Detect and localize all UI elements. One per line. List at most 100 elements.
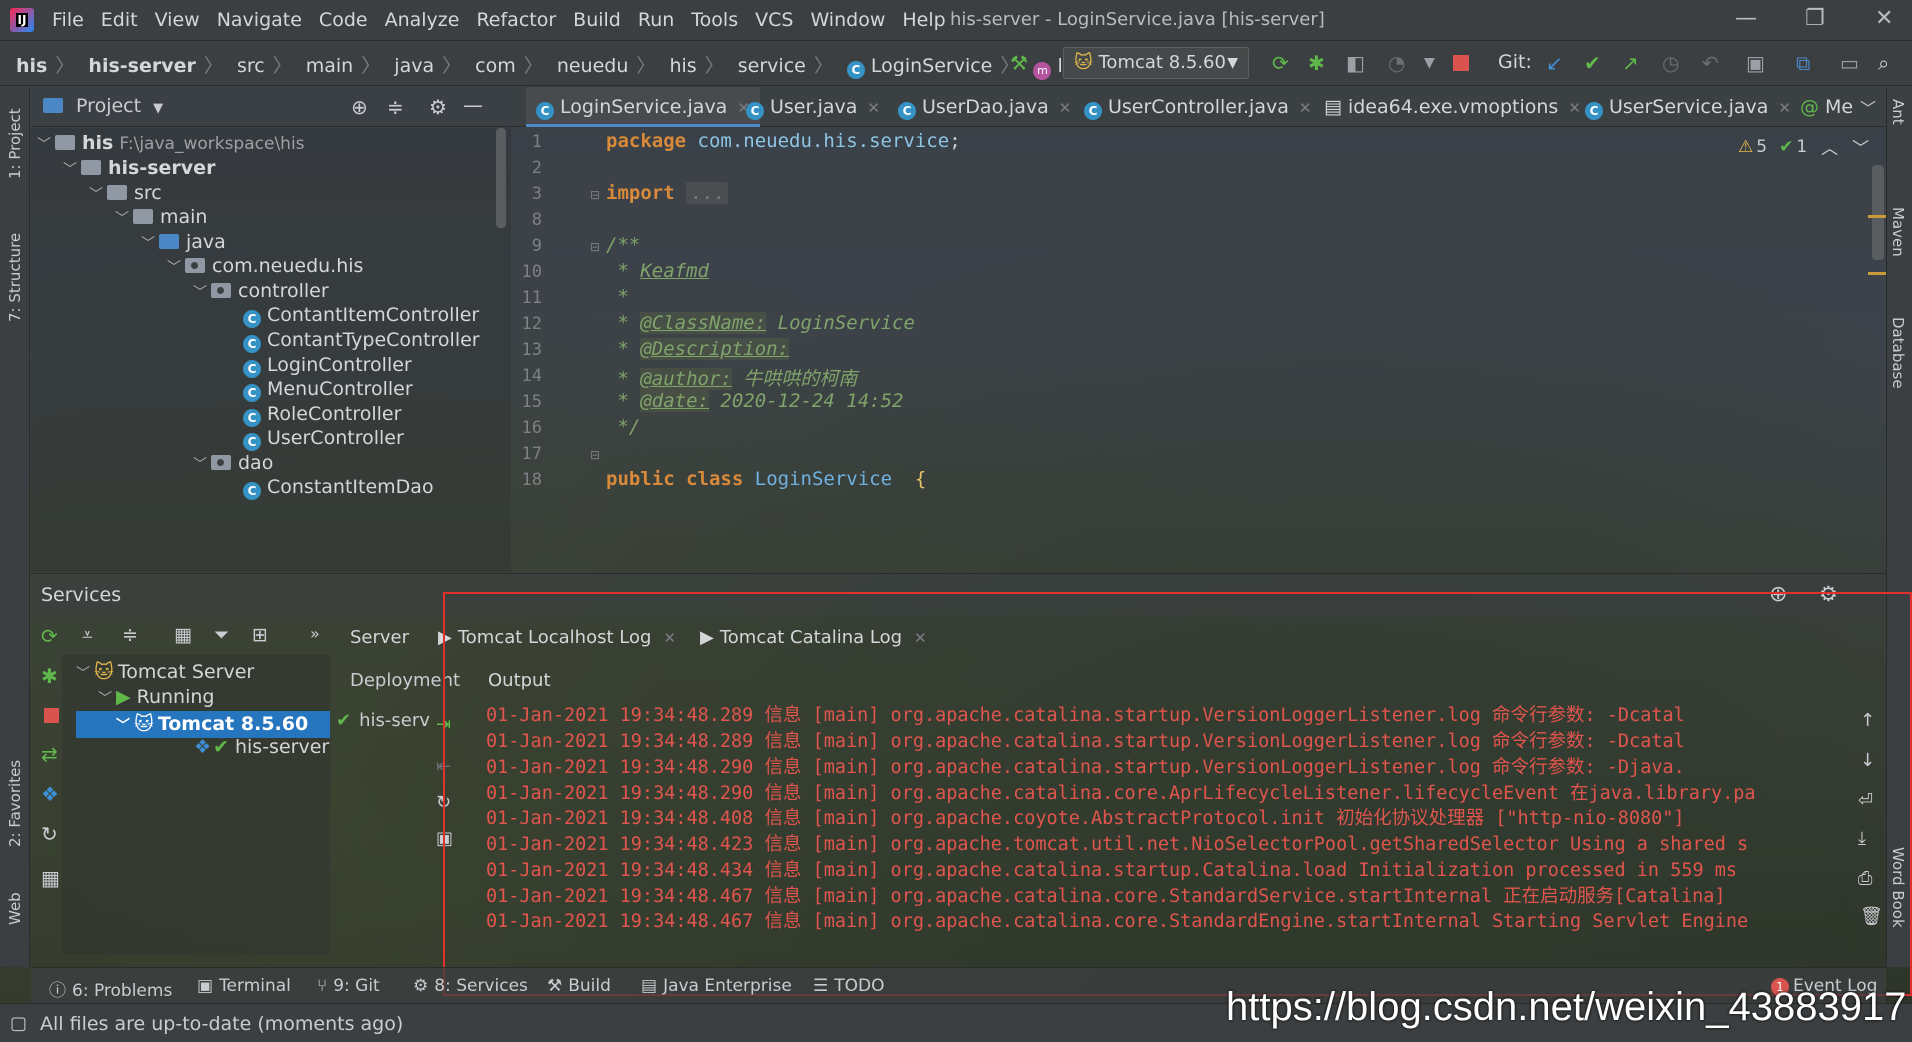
project-toolwindow-button[interactable]: 1: Project [6,108,24,179]
tree-node-com-neuedu-his[interactable]: ﹀ com.neuedu.his [167,255,363,277]
tree-node-his-server[interactable]: ﹀ his-server [63,157,215,179]
menu-view[interactable]: View [155,9,200,31]
services-toolwindow-button[interactable]: ⚙ 8: Services [413,976,528,996]
menu-vcs[interactable]: VCS [755,9,793,31]
close-tab-icon[interactable]: ✕ [1299,99,1312,117]
stop-icon[interactable] [44,708,59,723]
tree-node-class[interactable]: C ContantItemController [243,304,479,328]
close-tab-icon[interactable]: ✕ [663,629,676,647]
word-book-toolwindow-button[interactable]: Word Book [1889,847,1907,928]
locate-icon[interactable]: ⊕ [351,95,368,119]
tree-node-main[interactable]: ﹀ main [115,206,207,228]
tab-user[interactable]: C User.java ✕ [746,87,880,127]
filter-icon[interactable]: ⏷ [214,624,229,646]
output-console[interactable]: Output 01-Jan-2021 19:34:48.289 信息 [main… [445,660,1850,962]
menu-build[interactable]: Build [573,9,621,31]
refresh-icon[interactable]: ↻ [41,822,58,846]
git-rollback-icon[interactable]: ↶ [1702,51,1719,75]
crumb-service[interactable]: service [738,55,806,77]
debug-icon[interactable]: ✱ [1308,51,1325,75]
menu-navigate[interactable]: Navigate [217,9,302,31]
crumb-src[interactable]: src [237,55,265,77]
terminal-toolwindow-button[interactable]: ▣ Terminal [197,976,291,996]
ant-toolwindow-button[interactable]: Ant [1889,99,1907,125]
git-push-icon[interactable]: ↗ [1622,51,1639,75]
project-structure-icon[interactable]: ▣ [1746,51,1765,75]
close-tab-icon[interactable]: ✕ [1568,99,1581,117]
maven-toolwindow-button[interactable]: Maven [1889,207,1907,257]
more-run-chevron-icon[interactable]: ▼ [1424,55,1435,71]
hide-panel-icon[interactable]: — [463,93,483,117]
tree-node-class[interactable]: C MenuController [243,378,413,402]
search-icon[interactable]: ⌕ [1878,51,1889,75]
translate-icon[interactable]: ⧉ [1796,51,1810,75]
close-tab-icon[interactable]: ✕ [867,99,880,117]
toggle-toolwindows-icon[interactable]: ▢ [10,1013,27,1034]
crumb-his-server[interactable]: his-server [88,55,195,77]
profile-icon[interactable]: ◔ [1388,51,1405,75]
tree-node-his-server[interactable]: ❖ ✔ his-server [194,736,329,758]
menu-tools[interactable]: Tools [691,9,738,31]
inspection-widget[interactable]: ⚠ 5 ✔ 1 ︿ ﹀ [1738,134,1869,160]
collapse-all-icon[interactable]: ≑ [122,624,138,646]
presentation-icon[interactable]: ▭ [1840,51,1859,75]
tree-node-src[interactable]: ﹀ src [89,182,162,204]
close-tab-icon[interactable]: ✕ [1059,99,1072,117]
add-service-icon[interactable]: ⊞ [252,624,268,646]
project-view-selector[interactable]: Project ▼ [43,95,163,117]
tab-more[interactable]: @ Me [1800,87,1853,127]
menu-analyze[interactable]: Analyze [385,9,460,31]
chevron-down-icon[interactable]: ﹀ [1852,134,1869,159]
close-tab-icon[interactable]: ✕ [914,629,927,647]
run-configuration-select[interactable]: 🐱 Tomcat 8.5.60 ▼ [1063,47,1249,79]
artifact-icon[interactable]: ❖ [41,782,59,806]
menu-help[interactable]: Help [902,9,945,31]
structure-toolwindow-button[interactable]: 7: Structure [6,233,24,322]
tree-node-dao[interactable]: ﹀ dao [193,452,273,474]
debug-icon[interactable]: ✱ [41,664,58,688]
hide-panel-icon[interactable]: — [1857,580,1877,604]
tree-node-class[interactable]: C UserController [243,427,404,451]
todo-toolwindow-button[interactable]: ☰ TODO [813,976,885,996]
rerun-icon[interactable]: ⟳ [41,624,58,648]
git-update-icon[interactable]: ↙ [1546,51,1563,75]
menu-code[interactable]: Code [319,9,368,31]
tab-localhost-log[interactable]: ▶ Tomcat Localhost Log ✕ [438,627,676,648]
menu-run[interactable]: Run [638,9,674,31]
tab-catalina-log[interactable]: ▶ Tomcat Catalina Log ✕ [700,627,927,648]
trash-icon[interactable]: 🗑 [1860,906,1883,927]
tab-usercontroller[interactable]: C UserController.java ✕ [1084,87,1311,127]
menu-file[interactable]: File [52,9,84,31]
tab-vmoptions[interactable]: ▤ idea64.exe.vmoptions ✕ [1324,87,1581,127]
stop-icon[interactable] [1453,55,1469,71]
close-icon[interactable]: ✕ [1875,6,1893,31]
soft-wrap-icon[interactable]: ⏎ [1858,790,1873,811]
database-toolwindow-button[interactable]: Database [1889,317,1907,389]
restore-icon[interactable]: ❐ [1805,6,1825,31]
web-toolwindow-button[interactable]: Web [6,892,24,925]
crumb-java[interactable]: java [394,55,434,77]
group-by-icon[interactable]: ▦ [174,624,192,646]
close-tab-icon[interactable]: ✕ [1778,99,1791,117]
tree-node-class[interactable]: C ConstantItemDao [243,476,434,500]
tree-node-java[interactable]: ﹀ java [141,231,226,253]
tree-node-tomcat-8-5-60[interactable]: ﹀ 🐱 Tomcat 8.5.60 [76,711,330,738]
tree-node-class[interactable]: C LoginController [243,354,412,378]
favorites-toolwindow-button[interactable]: 2: Favorites [6,760,24,847]
tree-node-controller[interactable]: ﹀ controller [193,280,329,302]
coverage-icon[interactable]: ◧ [1346,51,1365,75]
gear-icon[interactable]: ⚙ [1819,582,1838,606]
arrow-up-icon[interactable]: ↑ [1860,710,1875,731]
crumb-main[interactable]: main [306,55,353,77]
tree-node-class[interactable]: C ContantTypeController [243,329,480,353]
collapse-all-icon[interactable]: ≑ [387,95,404,119]
tree-node-tomcat-server[interactable]: ﹀ 🐱 Tomcat Server [76,661,254,683]
crumb-com[interactable]: com [475,55,516,77]
menu-edit[interactable]: Edit [101,9,138,31]
build-toolwindow-button[interactable]: ⚒ Build [547,976,611,996]
tree-node-his[interactable]: ﹀ his F:\java_workspace\his [37,132,305,154]
folded-imports[interactable]: ... [686,182,729,204]
tab-server[interactable]: Server [350,627,409,648]
tab-userdao[interactable]: C UserDao.java ✕ [898,87,1071,127]
menu-window[interactable]: Window [810,9,885,31]
